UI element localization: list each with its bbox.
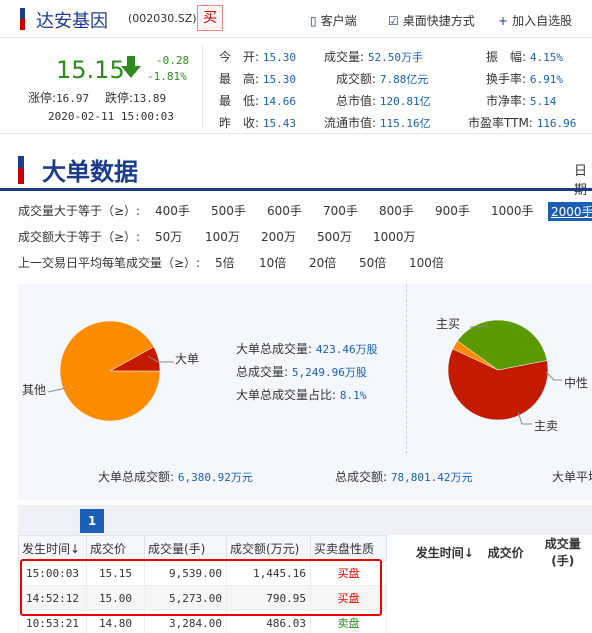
- stats-panel: 大单 其他 主买 中性 主卖 大单总成交量: 423.46万股 总成交量: 5,…: [18, 284, 592, 500]
- pie2-label-buy: 主买: [436, 317, 461, 331]
- quote-panel: 15.15 -0.28 -1.81% 涨停:16.97 跌停:13.89 202…: [0, 38, 592, 134]
- avg-filter: 上一交易日平均每笔成交量（≥）: 5倍 10倍 20倍 50倍 100倍: [18, 254, 444, 271]
- plus-icon: +: [498, 14, 509, 28]
- pager: 1: [18, 505, 592, 535]
- big-avg-label: 大单平均: [552, 470, 592, 484]
- turnover-rate: 换手率: 6.91%: [486, 72, 563, 86]
- limit-up: 涨停:16.97: [28, 91, 90, 105]
- page-1-button[interactable]: 1: [80, 509, 104, 533]
- float-market-cap: 流通市值: 115.16亿: [324, 116, 431, 130]
- col-time[interactable]: 发生时间↓: [18, 535, 87, 561]
- avg-option[interactable]: 10倍: [259, 254, 286, 271]
- stock-flag-accent: [20, 8, 25, 19]
- stock-header: 达安基因 (002030.SZ) 买 ▯ 客户端 ☑ 桌面快捷方式 + 加入自选股: [0, 0, 592, 38]
- pie1-label-other: 其他: [22, 383, 47, 397]
- vol-option[interactable]: 600手: [267, 202, 302, 219]
- col-volume-2: 成交量(手): [544, 537, 581, 568]
- high-price: 最 高: 15.30: [219, 72, 296, 86]
- pie-leader-line: [545, 371, 562, 381]
- volume-ratio: 大单总成交量占比: 8.1%: [236, 388, 367, 402]
- market-cap: 总市值: 120.81亿: [336, 94, 431, 108]
- col-volume: 成交量(手): [144, 535, 227, 561]
- pe-ratio: 市盈率TTM: 116.96: [468, 116, 577, 130]
- vol-option[interactable]: 1000手: [491, 202, 534, 219]
- vol-option[interactable]: 800手: [379, 202, 414, 219]
- pie1-label-big: 大单: [175, 352, 200, 366]
- pie-chart-volume: [59, 320, 161, 422]
- add-watchlist-link[interactable]: + 加入自选股: [498, 12, 572, 29]
- section-title: 大单数据: [42, 158, 138, 186]
- section-divider: [0, 188, 592, 191]
- amount-filter: 成交额大于等于（≥）: 50万 100万 200万 500万 1000万: [18, 228, 416, 245]
- avg-option[interactable]: 50倍: [359, 254, 386, 271]
- pie2-label-sell: 主卖: [534, 419, 559, 433]
- phone-icon: ▯: [310, 14, 317, 28]
- vol-option[interactable]: 900手: [435, 202, 470, 219]
- price-change-pct: -1.81%: [147, 70, 187, 83]
- col-amount: 成交额(万元): [226, 535, 311, 561]
- col-price: 成交价: [86, 535, 145, 561]
- amt-option[interactable]: 200万: [261, 228, 296, 245]
- divider: [202, 46, 203, 128]
- buy-button[interactable]: 买: [197, 5, 223, 31]
- amt-option[interactable]: 50万: [155, 228, 182, 245]
- avg-option[interactable]: 100倍: [409, 254, 444, 271]
- total-amount: 总成交额: 78,801.42万元: [335, 470, 473, 484]
- amt-option[interactable]: 100万: [205, 228, 240, 245]
- big-volume: 大单总成交量: 423.46万股: [236, 342, 378, 356]
- avg-option[interactable]: 20倍: [309, 254, 336, 271]
- total-volume: 总成交量: 5,249.96万股: [236, 365, 367, 379]
- prev-close: 昨 收: 15.43: [219, 116, 296, 130]
- pie2-label-neutral: 中性: [564, 376, 589, 390]
- checkbox-icon: ☑: [388, 14, 399, 28]
- date-label: 日期: [574, 164, 588, 198]
- amplitude: 振 幅: 4.15%: [486, 50, 563, 64]
- down-arrow-icon: [121, 56, 141, 78]
- low-price: 最 低: 14.66: [219, 94, 296, 108]
- big-amount: 大单总成交额: 6,380.92万元: [98, 470, 253, 484]
- stock-code: (002030.SZ): [128, 12, 197, 25]
- current-price: 15.15: [56, 56, 125, 84]
- turnover-amount: 成交额: 7.88亿元: [336, 72, 429, 86]
- client-link[interactable]: ▯ 客户端: [310, 12, 357, 29]
- col-price-2: 成交价: [487, 545, 524, 560]
- vol-option[interactable]: 700手: [323, 202, 358, 219]
- vol-option[interactable]: 500手: [211, 202, 246, 219]
- open-price: 今 开: 15.30: [219, 50, 296, 64]
- pb-ratio: 市净率: 5.14: [486, 94, 557, 108]
- price-change: -0.28: [156, 54, 190, 67]
- quote-datetime: 2020-02-11 15:00:03: [48, 110, 174, 123]
- pie-slice-其他: [59, 320, 161, 422]
- amt-option[interactable]: 500万: [317, 228, 352, 245]
- limit-down: 跌停:13.89: [105, 91, 167, 105]
- amt-option[interactable]: 1000万: [373, 228, 416, 245]
- col-side: 买卖盘性质: [310, 535, 387, 561]
- vol-option-selected[interactable]: 2000手: [548, 202, 592, 221]
- stock-name: 达安基因: [36, 11, 108, 32]
- volume-filter: 成交量大于等于（≥）: 400手 500手 600手 700手 800手 900…: [18, 202, 592, 221]
- pie-chart-direction: [447, 319, 549, 421]
- pie-leader-line: [47, 387, 67, 393]
- desktop-shortcut-link[interactable]: ☑ 桌面快捷方式: [388, 12, 475, 29]
- col-time-2[interactable]: 发生时间↓: [412, 535, 478, 569]
- vol-option[interactable]: 400手: [155, 202, 190, 219]
- secondary-table: 发生时间↓ 成交价 成交量(手): [412, 535, 592, 569]
- highlight-box: [20, 559, 382, 616]
- avg-option[interactable]: 5倍: [215, 254, 235, 271]
- volume: 成交量: 52.50万手: [324, 50, 423, 64]
